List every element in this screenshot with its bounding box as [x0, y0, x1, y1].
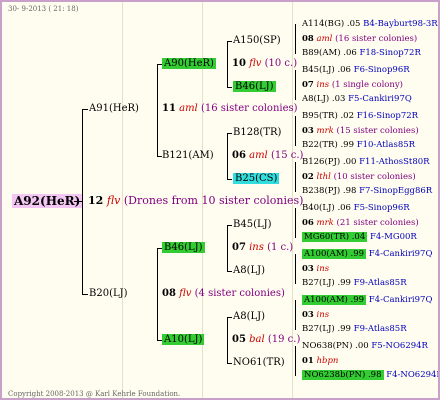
ancestor-entry[interactable]: B238(PJ) .98 F7-SinopEgg86R	[302, 186, 432, 197]
ancestor-entry[interactable]: A8(LJ) .03 F5-Cankiri97Q	[302, 94, 412, 105]
ancestor-info: 07 ins (1 single colony)	[302, 80, 403, 90]
ancestor-entry[interactable]: A100(AM) .99 F4-Cankiri97Q	[302, 249, 432, 260]
header-date: 30- 9-2013 ( 21: 18)	[8, 5, 79, 13]
great-grandparent-name[interactable]: A8(LJ)	[233, 265, 265, 277]
great-grandparent-name[interactable]: A8(LJ)	[233, 311, 265, 323]
footer-copyright: Copyright 2008-2013 @ Karl Kehrle Founda…	[8, 390, 181, 398]
ancestor-entry[interactable]: A100(AM) .99 F4-Cankiri97Q	[302, 295, 432, 306]
ancestor-entry[interactable]: B27(LJ) .99 F9-Atlas85R	[302, 278, 407, 289]
ancestor-entry[interactable]: MG60(TR) .04 F4-MG00R	[302, 232, 417, 243]
ancestor-entry[interactable]: B40(LJ) .06 F5-Sinop96R	[302, 203, 410, 214]
grandparent-name[interactable]: A10(LJ)	[162, 334, 205, 346]
parent-info: 11 aml (16 sister colonies)	[162, 103, 298, 114]
great-grandparent-name[interactable]: B128(TR)	[233, 127, 281, 139]
grandparent-info: 05 bal (19 c.)	[232, 334, 301, 345]
ancestor-entry[interactable]: B22(TR) .99 F10-Atlas85R	[302, 140, 415, 151]
grandparent-info: 10 flv (10 c.)	[232, 58, 298, 69]
grandparent-info: 07 ins (1 c.)	[232, 242, 294, 253]
ancestor-entry[interactable]: A114(BG) .05 B4-Bayburt98-3R	[302, 19, 438, 30]
ancestor-entry[interactable]: NO638(PN) .00 F5-NO6294R	[302, 341, 428, 352]
ancestor-info: 03 ins	[302, 264, 330, 274]
parent-info: 08 flv (4 sister colonies)	[162, 288, 285, 299]
great-grandparent-name[interactable]: B46(LJ)	[233, 81, 276, 93]
ancestor-info: 01 hbpn	[302, 356, 339, 366]
great-grandparent-name[interactable]: NO61(TR)	[233, 357, 285, 369]
root-name[interactable]: A92(HeR)	[12, 194, 83, 208]
ancestor-entry[interactable]: B95(TR) .02 F16-Sinop72R	[302, 111, 418, 122]
grandparent-name[interactable]: A90(HeR)	[162, 58, 216, 70]
great-grandparent-name[interactable]: A150(SP)	[233, 35, 281, 47]
ancestor-entry[interactable]: B45(LJ) .06 F6-Sinop96R	[302, 65, 410, 76]
root-info: 12 flv (Drones from 10 sister colonies)	[88, 194, 304, 207]
great-grandparent-name[interactable]: B45(LJ)	[233, 219, 272, 231]
grandparent-name[interactable]: B121(AM)	[162, 150, 214, 162]
ancestor-info: 08 aml (16 sister colonies)	[302, 34, 418, 44]
ancestor-info: 03 ins	[302, 310, 330, 320]
ancestor-entry[interactable]: B89(AM) .06 F18-Sinop72R	[302, 48, 421, 59]
ancestor-info: 06 mrk (21 sister colonies)	[302, 218, 419, 228]
grandparent-info: 06 aml (15 c.)	[232, 150, 304, 161]
parent-name[interactable]: A91(HeR)	[89, 103, 139, 115]
ancestor-info: 03 mrk (15 sister colonies)	[302, 126, 419, 136]
ancestor-entry[interactable]: NO6238b(PN) .98 F4-NO6294R	[302, 370, 438, 381]
pedigree-frame: 30- 9-2013 ( 21: 18) A92(HeR) 12 flv (Dr…	[0, 0, 440, 400]
grandparent-name[interactable]: B46(LJ)	[162, 242, 205, 254]
ancestor-entry[interactable]: B27(LJ) .99 F9-Atlas85R	[302, 324, 407, 335]
ancestor-info: 02 lthl (10 sister colonies)	[302, 172, 416, 182]
great-grandparent-name[interactable]: B25(CS)	[233, 173, 280, 185]
parent-name[interactable]: B20(LJ)	[89, 288, 128, 300]
ancestor-entry[interactable]: B126(PJ) .00 F11-AthosSt80R	[302, 157, 430, 168]
